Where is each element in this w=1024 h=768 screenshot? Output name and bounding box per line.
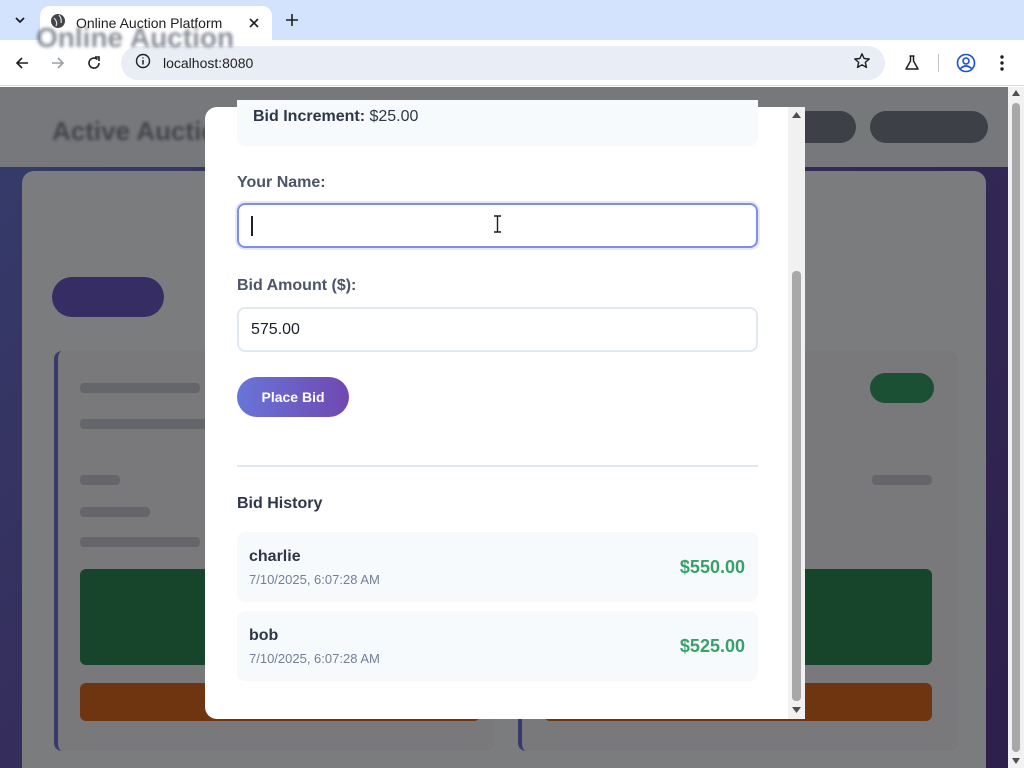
bid-increment-label: Bid Increment:	[253, 108, 366, 125]
close-icon[interactable]	[246, 15, 262, 31]
bid-amount-label: Bid Amount ($):	[237, 277, 357, 294]
toolbar-divider	[938, 54, 939, 72]
bid-amount: $550.00	[679, 557, 745, 577]
menu-icon[interactable]	[990, 51, 1014, 75]
bid-history-title: Bid History	[237, 495, 323, 512]
info-icon[interactable]	[135, 53, 151, 74]
bid-increment-line: Bid Increment: $25.00	[253, 108, 418, 126]
bid-history-row: charlie 7/10/2025, 6:07:28 AM $550.00	[237, 532, 758, 602]
reload-icon[interactable]	[82, 51, 106, 75]
page-scrollbar-thumb[interactable]	[1012, 103, 1020, 752]
bidder-name: bob	[249, 627, 279, 644]
bid-amount: $525.00	[679, 636, 745, 656]
star-icon[interactable]	[853, 52, 871, 75]
url-text: localhost:8080	[163, 55, 254, 71]
bid-timestamp: 7/10/2025, 6:07:28 AM	[249, 651, 380, 666]
tab-search-chevron-down-icon[interactable]	[8, 8, 32, 32]
bid-increment-value: $25.00	[369, 108, 419, 125]
address-bar[interactable]: localhost:8080	[121, 46, 885, 80]
text-caret	[251, 216, 253, 236]
page-scrollbar[interactable]	[1008, 87, 1024, 768]
plus-icon[interactable]	[280, 8, 304, 32]
forward-icon[interactable]	[46, 51, 70, 75]
labs-icon[interactable]	[900, 51, 924, 75]
bidder-name: charlie	[249, 548, 301, 565]
modal-scrollbar[interactable]	[788, 107, 805, 719]
bid-history-row: bob 7/10/2025, 6:07:28 AM $525.00	[237, 611, 758, 681]
bid-amount-input[interactable]	[237, 307, 758, 352]
name-label: Your Name:	[237, 174, 326, 191]
text-cursor-icon	[494, 215, 501, 233]
place-bid-button[interactable]: Place Bid	[237, 377, 349, 417]
bid-timestamp: 7/10/2025, 6:07:28 AM	[249, 572, 380, 587]
back-icon[interactable]	[10, 51, 34, 75]
profile-icon[interactable]	[954, 51, 978, 75]
app-title: Online Auction	[36, 22, 235, 53]
modal-scrollbar-thumb[interactable]	[792, 271, 801, 701]
section-divider	[237, 465, 758, 467]
